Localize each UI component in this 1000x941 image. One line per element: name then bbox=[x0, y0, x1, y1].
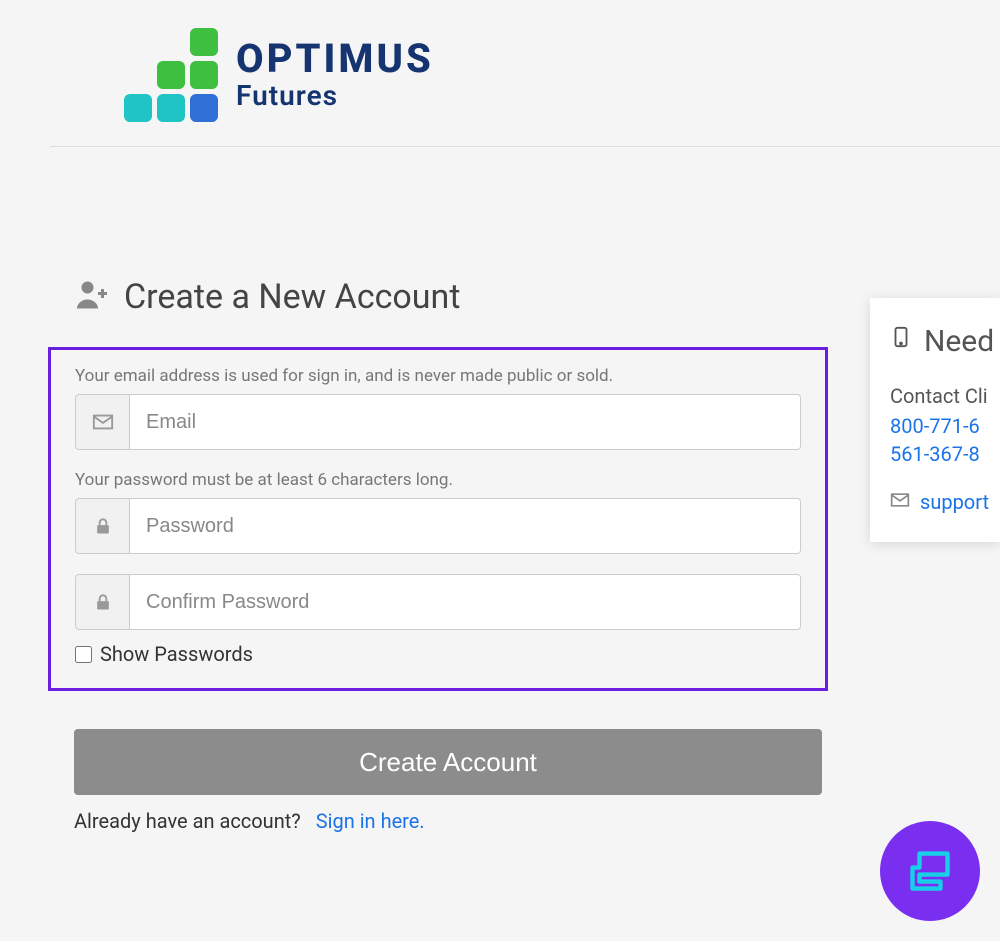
brand-subtitle: Futures bbox=[236, 79, 434, 112]
show-passwords-label: Show Passwords bbox=[100, 642, 253, 666]
signin-link[interactable]: Sign in here. bbox=[316, 809, 425, 833]
lock-icon bbox=[76, 499, 130, 553]
signup-form: Your email address is used for sign in, … bbox=[48, 347, 828, 691]
email-input-group bbox=[75, 394, 801, 450]
main-content: Create a New Account Your email address … bbox=[0, 147, 1000, 833]
person-add-icon bbox=[74, 277, 110, 317]
help-title: Need bbox=[924, 324, 994, 359]
help-phone-1[interactable]: 800-771-6 bbox=[890, 414, 1000, 438]
logo-mark-icon bbox=[124, 28, 218, 122]
help-email[interactable]: support bbox=[920, 490, 989, 514]
phone-icon bbox=[890, 322, 912, 360]
help-panel: Need Contact Cli 800-771-6 561-367-8 sup… bbox=[870, 298, 1000, 542]
email-helper: Your email address is used for sign in, … bbox=[75, 366, 801, 386]
confirm-password-field[interactable] bbox=[130, 575, 800, 629]
signin-prompt: Already have an account? bbox=[74, 809, 301, 833]
brand-name: OPTIMUS bbox=[236, 39, 434, 79]
chat-logo-icon bbox=[902, 843, 958, 899]
signin-row: Already have an account? Sign in here. bbox=[74, 809, 1000, 833]
envelope-icon bbox=[76, 395, 130, 449]
help-contact-label: Contact Cli bbox=[890, 384, 1000, 408]
show-passwords-toggle[interactable]: Show Passwords bbox=[75, 642, 801, 666]
help-phone-2[interactable]: 561-367-8 bbox=[890, 442, 1000, 466]
create-account-button[interactable]: Create Account bbox=[74, 729, 822, 795]
password-field[interactable] bbox=[130, 499, 800, 553]
chat-widget-button[interactable] bbox=[880, 821, 980, 921]
lock-icon bbox=[76, 575, 130, 629]
header: OPTIMUS Futures bbox=[50, 0, 1000, 147]
confirm-password-input-group bbox=[75, 574, 801, 630]
email-field[interactable] bbox=[130, 395, 800, 449]
logo: OPTIMUS Futures bbox=[124, 28, 1000, 122]
envelope-icon bbox=[890, 490, 910, 514]
password-input-group bbox=[75, 498, 801, 554]
show-passwords-checkbox[interactable] bbox=[75, 646, 92, 663]
page-title: Create a New Account bbox=[124, 277, 460, 317]
password-helper: Your password must be at least 6 charact… bbox=[75, 470, 801, 490]
